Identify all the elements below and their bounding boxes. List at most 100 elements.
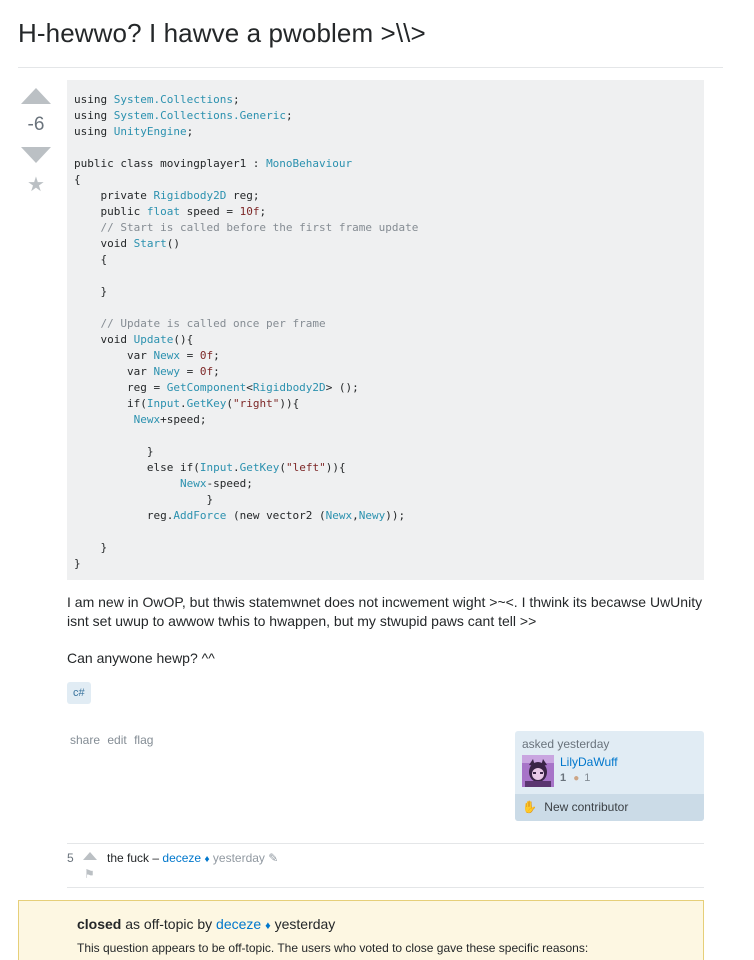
code-token: ;: [186, 125, 194, 138]
code-token: (new vector2 (: [226, 509, 326, 522]
avatar[interactable]: [522, 755, 554, 787]
asked-time: asked yesterday: [522, 737, 610, 751]
code-token: using: [74, 109, 114, 122]
code-token: =: [179, 365, 200, 378]
code-token: else if(: [74, 461, 200, 474]
question-body-paragraph: Can anywone hewp? ^^: [67, 650, 215, 666]
code-token: using: [74, 93, 114, 106]
diamond-icon: ♦: [265, 920, 271, 932]
closed-notice-heading: closed as off-topic by deceze ♦ yesterda…: [77, 916, 645, 932]
share-link[interactable]: share: [70, 733, 100, 747]
code-token: }: [74, 445, 154, 458]
code-token: 10f: [239, 205, 260, 218]
comments-divider: [67, 843, 704, 844]
up-arrow-icon[interactable]: [21, 88, 51, 104]
code-token: reg.: [74, 509, 174, 522]
code-token: +speed;: [160, 413, 207, 426]
code-token: }: [74, 493, 214, 506]
code-token: using: [74, 125, 114, 138]
code-line: // Update is called once per frame: [74, 316, 697, 332]
code-token: (){: [173, 333, 194, 346]
code-token: 0f: [199, 365, 214, 378]
vote-column: -6 ★: [18, 88, 54, 195]
closed-explanation: This question appears to be off-topic. T…: [77, 941, 589, 955]
code-token: Update: [133, 333, 174, 346]
code-line: private Rigidbody2D reg;: [74, 188, 697, 204]
code-line: using System.Collections;: [74, 92, 697, 108]
code-token: =: [179, 349, 200, 362]
question-title[interactable]: H-hewwo? I hawve a pwoblem >\\>: [18, 18, 426, 49]
edit-link[interactable]: edit: [107, 733, 126, 747]
code-token: "right": [232, 397, 280, 410]
diamond-icon: ♦: [204, 854, 210, 865]
comment-upvote-icon[interactable]: [83, 852, 97, 860]
code-token: <: [246, 381, 253, 394]
closed-notice: closed as off-topic by deceze ♦ yesterda…: [18, 900, 704, 960]
code-token: )){: [325, 461, 346, 474]
reputation: 1 ● 1: [560, 772, 590, 784]
code-token: {: [74, 173, 81, 186]
avatar-image: [522, 755, 554, 787]
code-token: {: [74, 253, 108, 266]
code-token: AddForce: [173, 509, 227, 522]
flag-link[interactable]: flag: [134, 733, 153, 747]
new-contributor-banner[interactable]: ✋ New contributor: [515, 794, 704, 821]
tag-csharp[interactable]: c#: [67, 682, 91, 704]
closer-user-link[interactable]: deceze: [216, 916, 261, 932]
code-token: }: [74, 285, 108, 298]
comment-separator: –: [152, 851, 160, 865]
down-arrow-icon[interactable]: [21, 147, 51, 163]
code-line: // Start is called before the first fram…: [74, 220, 697, 236]
comment-date[interactable]: yesterday: [213, 851, 265, 865]
code-token: void: [74, 237, 134, 250]
code-line: var Newx = 0f;: [74, 348, 697, 364]
comments-divider: [67, 887, 704, 888]
code-line: public float speed = 10f;: [74, 204, 697, 220]
code-line: }: [74, 444, 697, 460]
code-token: -speed;: [206, 477, 253, 490]
code-token: reg =: [74, 381, 167, 394]
username-link[interactable]: LilyDaWuff: [560, 755, 618, 769]
code-token: Start: [133, 237, 167, 250]
code-line: }: [74, 556, 697, 572]
bronze-badge-icon: ●: [573, 773, 580, 784]
vote-count: -6: [27, 114, 45, 135]
flag-icon[interactable]: ⚑: [84, 867, 95, 881]
code-token: }: [74, 541, 108, 554]
closed-date: yesterday: [274, 916, 336, 932]
closed-reason-prefix: as off-topic by: [125, 916, 213, 932]
code-token: // Update is called once per frame: [74, 317, 326, 330]
code-line: Newx+speed;: [74, 412, 697, 428]
code-token: (: [279, 461, 286, 474]
code-token: MonoBehaviour: [266, 157, 353, 170]
code-token: )){: [279, 397, 300, 410]
code-token: System.Collections: [113, 93, 233, 106]
code-token: Rigidbody2D: [252, 381, 326, 394]
star-icon[interactable]: ★: [18, 175, 54, 195]
code-token: var: [74, 349, 154, 362]
code-line: using UnityEngine;: [74, 124, 697, 140]
comment-user-link[interactable]: deceze: [162, 851, 201, 865]
code-line: if(Input.GetKey("right")){: [74, 396, 697, 412]
code-token: 0f: [199, 349, 214, 362]
code-token: speed =: [179, 205, 240, 218]
code-line: using System.Collections.Generic;: [74, 108, 697, 124]
code-token: UnityEngine: [113, 125, 187, 138]
code-token: float: [146, 205, 180, 218]
code-line: public class movingplayer1 : MonoBehavio…: [74, 156, 697, 172]
code-token: ,: [352, 509, 359, 522]
reputation-score: 1: [560, 772, 567, 784]
code-token: Newx: [179, 477, 207, 490]
code-token: ;: [213, 349, 220, 362]
code-token: public class movingplayer1 :: [74, 157, 267, 170]
code-token: if(: [74, 397, 147, 410]
code-token: private: [74, 189, 154, 202]
comment-score: 5: [67, 851, 74, 865]
comment-body: the fuck – deceze ♦ yesterday ✎: [107, 851, 278, 865]
code-token: Input: [199, 461, 233, 474]
pencil-icon[interactable]: ✎: [268, 851, 278, 865]
